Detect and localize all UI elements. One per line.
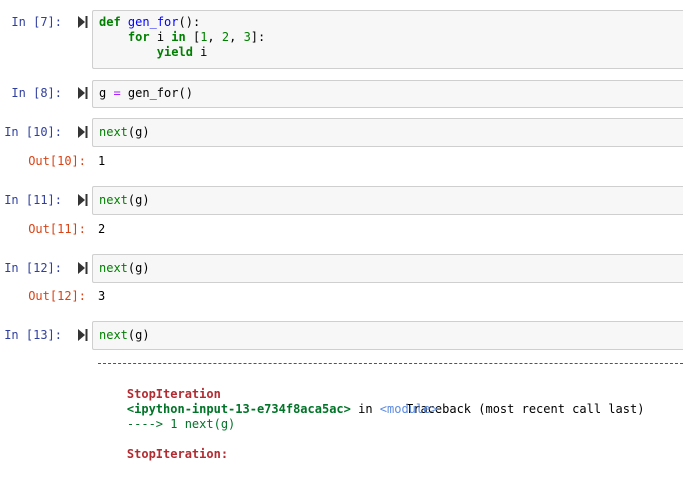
- code-line: def gen_for():: [99, 15, 201, 29]
- code-cell-12[interactable]: In [12]: next(g) Out[12]: 3: [0, 254, 683, 314]
- in-prompt: In [7]:: [11, 15, 62, 29]
- code-cell-7[interactable]: In [7]: def gen_for(): for i in [1, 2, 3…: [0, 10, 683, 69]
- code-line: next(g): [99, 328, 150, 342]
- traceback-label: Traceback (most recent call last): [406, 402, 645, 416]
- code-input[interactable]: def gen_for(): for i in [1, 2, 3]: yield…: [92, 10, 683, 69]
- code-cell-8[interactable]: In [8]: g = gen_for(): [0, 80, 683, 108]
- out-prompt: Out[11]:: [28, 222, 86, 236]
- output-text: 2: [98, 222, 106, 236]
- code-line: yield i: [156, 45, 208, 59]
- out-prompt: Out[10]:: [28, 154, 86, 168]
- code-cell-11[interactable]: In [11]: next(g) Out[11]: 2: [0, 186, 683, 246]
- code-line: next(g): [99, 125, 150, 139]
- code-input[interactable]: next(g): [92, 118, 683, 147]
- run-cell-icon[interactable]: [78, 87, 88, 99]
- in-prompt: In [11]:: [4, 193, 62, 207]
- in-word: in: [350, 402, 380, 416]
- traceback-separator: [98, 363, 683, 364]
- run-cell-icon[interactable]: [78, 16, 88, 28]
- code-line: g = gen_for(): [99, 86, 193, 100]
- run-cell-icon[interactable]: [78, 262, 88, 274]
- run-cell-icon[interactable]: [78, 126, 88, 138]
- code-input[interactable]: g = gen_for(): [92, 80, 683, 108]
- code-text: g = gen_for(): [99, 86, 193, 101]
- code-text: next(g): [99, 193, 150, 208]
- code-cell-13[interactable]: In [13]: next(g) StopIteration Traceback…: [0, 321, 683, 462]
- in-prompt: In [12]:: [4, 261, 62, 275]
- in-prompt: In [13]:: [4, 328, 62, 342]
- out-prompt: Out[12]:: [28, 289, 86, 303]
- code-cell-10[interactable]: In [10]: next(g) Out[10]: 1: [0, 118, 683, 178]
- code-text: def gen_for(): for i in [1, 2, 3]: yield…: [99, 15, 265, 60]
- code-input[interactable]: next(g): [92, 186, 683, 215]
- code-input[interactable]: next(g): [92, 254, 683, 283]
- code-line: next(g): [99, 193, 150, 207]
- output-text: 3: [98, 289, 106, 303]
- run-cell-icon[interactable]: [78, 194, 88, 206]
- module-name: <module>: [379, 402, 438, 416]
- code-input[interactable]: next(g): [92, 321, 683, 350]
- output-text: 1: [98, 154, 106, 168]
- code-text: next(g): [99, 125, 150, 140]
- in-prompt: In [10]:: [4, 125, 62, 139]
- code-text: next(g): [99, 328, 150, 343]
- in-prompt: In [8]:: [11, 86, 62, 100]
- traceback-final-error: StopIteration:: [126, 447, 229, 461]
- code-line: for i in [1, 2, 3]:: [127, 30, 266, 44]
- code-text: next(g): [99, 261, 150, 276]
- code-line: next(g): [99, 261, 150, 275]
- run-cell-icon[interactable]: [78, 329, 88, 341]
